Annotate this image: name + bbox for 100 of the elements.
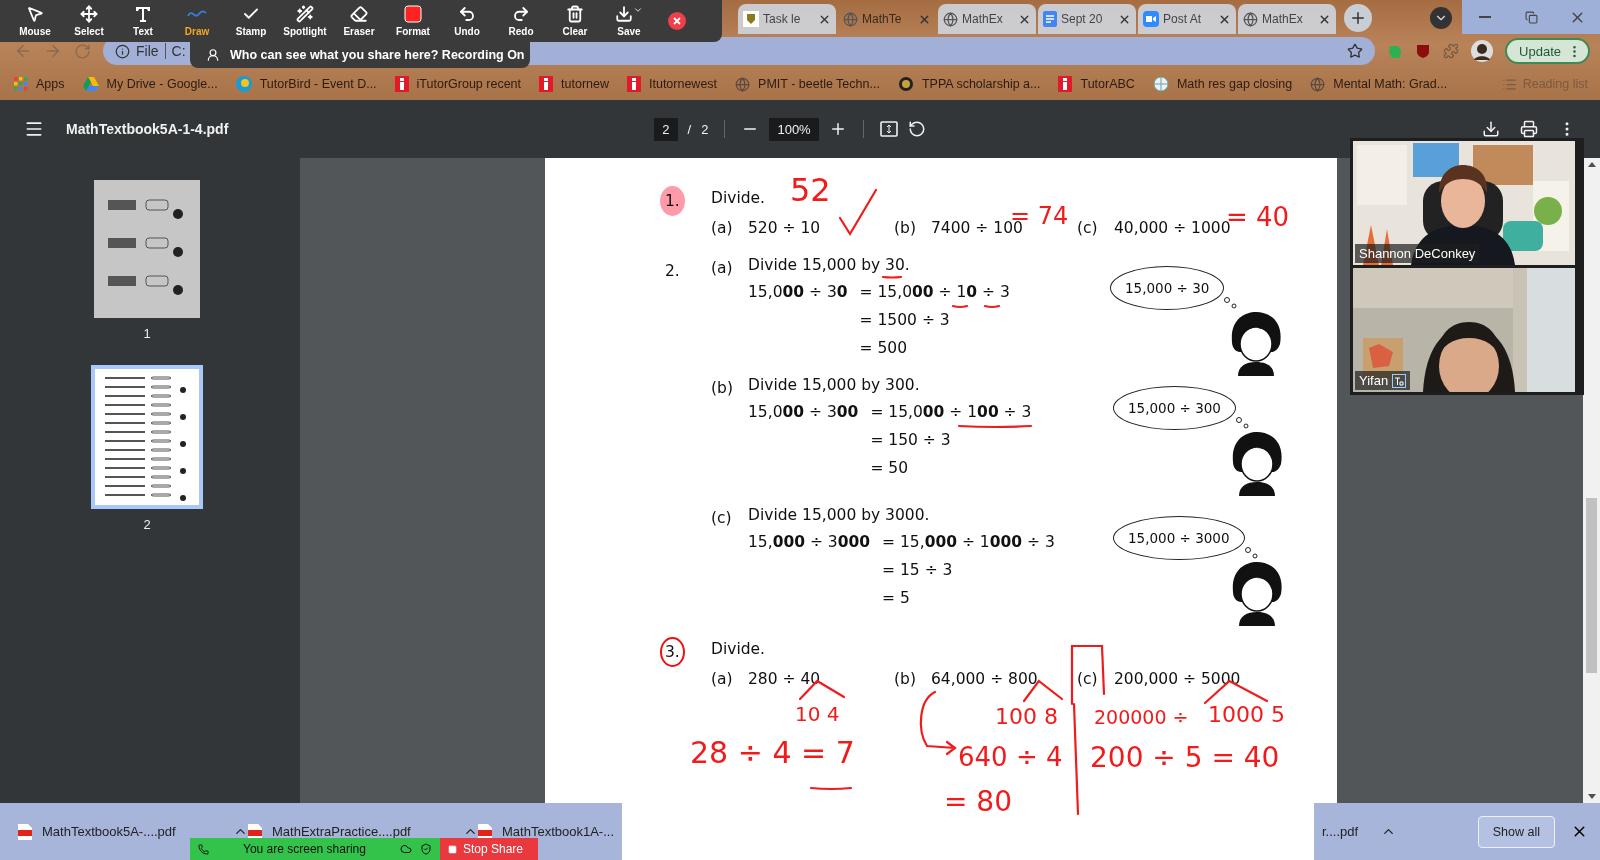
drive-triangle-icon [82, 77, 99, 91]
minimize-icon [1479, 16, 1491, 18]
toolbar-button[interactable]: Redo [494, 5, 548, 37]
problem-title: Divide. [711, 188, 766, 209]
problem-number: 2. [664, 261, 681, 282]
letter-i-logo-icon [539, 76, 554, 92]
download-icon[interactable] [1482, 120, 1500, 138]
toolbar-button[interactable]: Eraser [332, 5, 386, 37]
handwritten-note: 100 8 [995, 706, 1058, 728]
toolbar-button[interactable]: Select [62, 5, 116, 37]
bookmark[interactable]: TPPA scholarship a... [897, 76, 1041, 92]
bookmark[interactable]: PMIT - beetle Techn... [735, 76, 880, 92]
caret-icon [633, 5, 643, 15]
toolbar-button[interactable]: Format [386, 5, 440, 37]
zoom-field[interactable]: 100% [769, 117, 819, 141]
fit-page-icon[interactable] [879, 121, 898, 137]
handwritten-underline [810, 786, 852, 790]
shield-icon[interactable] [1415, 43, 1432, 59]
globe-icon [1243, 11, 1258, 27]
rotate-icon[interactable] [907, 120, 926, 138]
math-step: = 1500 ÷ 3 [859, 308, 1010, 332]
thought-bubble: 15,000 ÷ 30 [1110, 266, 1225, 310]
apps-grid-icon [14, 77, 28, 91]
print-icon[interactable] [1520, 120, 1538, 138]
scroll-thumb[interactable] [1586, 498, 1597, 673]
part-label: (b) [894, 669, 917, 690]
bookmark[interactable]: TutorABC [1058, 76, 1135, 92]
step-heading: Divide 15,000 by 3000. [748, 506, 930, 524]
stop-share-button[interactable]: Stop Share [440, 838, 538, 860]
toolbar-button[interactable]: Undo [440, 5, 494, 37]
bookmark[interactable]: iTutorGroup recent [394, 76, 522, 92]
math-expression: 64,000 ÷ 800 [931, 669, 1038, 690]
tab-search-button[interactable] [1430, 7, 1452, 29]
globe-icon [843, 11, 858, 27]
bookmark[interactable]: Mental Math: Grad... [1310, 76, 1448, 92]
browser-tab[interactable]: Post At [1138, 4, 1236, 34]
toolbar-button[interactable]: Mouse [8, 5, 62, 37]
page-thumbnail[interactable] [94, 180, 200, 318]
bookmark[interactable]: tutornew [539, 76, 609, 92]
captions-icon [1392, 373, 1407, 388]
bookmark[interactable]: Math res gap closing [1152, 76, 1293, 92]
star-icon[interactable] [1347, 43, 1364, 59]
toolbar-button[interactable]: Save [602, 5, 656, 37]
part-label: (b) [711, 378, 734, 399]
download-item[interactable]: MathTextbook1A-... [478, 823, 622, 840]
math-step: = 50 [870, 456, 1032, 480]
url-text: C: [171, 43, 186, 59]
toolbar-button[interactable]: Draw [170, 5, 224, 37]
part-label: (c) [711, 508, 733, 529]
browser-tab[interactable]: MathTe [838, 4, 936, 34]
math-step: = 15,000 ÷ 10 ÷ 3 [859, 280, 1010, 304]
math-expression: 200,000 ÷ 5000 [1114, 669, 1241, 690]
stop-icon [448, 844, 457, 854]
participant-name: Yifan [1359, 373, 1389, 388]
avatar-icon[interactable] [1471, 40, 1494, 62]
math-step: = 500 [859, 336, 1010, 360]
browser-tab[interactable]: Task le [738, 4, 836, 34]
math-expression: 7400 ÷ 100 [931, 219, 1023, 239]
thought-bubble: 15,000 ÷ 300 [1113, 386, 1236, 430]
globe-icon [1310, 76, 1326, 92]
recording-banner[interactable]: Who can see what you share here? Recording On [190, 42, 530, 68]
pointer-icon [26, 5, 44, 23]
trash-icon [566, 5, 584, 23]
bookmark[interactable]: My Drive - Google... [82, 77, 218, 91]
update-button[interactable]: Update [1505, 38, 1590, 64]
toolbar-button[interactable]: Stamp [224, 5, 278, 37]
close-icon[interactable] [668, 12, 686, 30]
page-thumbnail[interactable] [91, 365, 203, 509]
redo-icon [512, 5, 530, 23]
bookmark[interactable]: TutorBird - Event D... [235, 76, 377, 92]
toolbar-button[interactable]: Spotlight [278, 5, 332, 37]
handwritten-note: 1000 5 [1208, 704, 1285, 726]
part-label: (a) [711, 669, 734, 690]
page-number-field[interactable]: 2 [654, 117, 678, 141]
download-item[interactable]: r....pdf [1322, 824, 1396, 839]
handwritten-note: 200000 ÷ [1094, 708, 1189, 727]
browser-tab[interactable]: Sept 20 [1038, 4, 1136, 34]
globe-icon [1152, 76, 1169, 92]
scrollbar[interactable] [1583, 158, 1600, 803]
toolbar-button[interactable]: Clear [548, 5, 602, 37]
browser-tab[interactable]: MathEx [1238, 4, 1336, 34]
show-all-button[interactable]: Show all [1477, 815, 1555, 848]
step-heading: Divide 15,000 by 300. [748, 376, 920, 394]
shield-icon [420, 843, 432, 855]
toolbar-button[interactable]: Text [116, 5, 170, 37]
menu-icon[interactable] [24, 119, 44, 139]
sharing-status: You are screen sharing [242, 842, 367, 856]
problem-title: Divide. [711, 639, 766, 660]
phone-icon [198, 843, 209, 855]
bookmark[interactable]: Apps [14, 77, 65, 91]
thumbnail-number: 2 [143, 517, 151, 532]
bookmark[interactable]: Itutornewest [627, 76, 718, 92]
thought-dots-icon [1235, 417, 1250, 429]
new-tab-button[interactable] [1344, 4, 1372, 32]
video-camera-icon [1143, 11, 1159, 27]
globe-icon [735, 76, 751, 92]
globe-icon [943, 11, 958, 27]
page-separator: / [687, 121, 692, 137]
browser-tab[interactable]: MathEx [938, 4, 1036, 34]
letter-i-logo-icon [394, 76, 409, 92]
